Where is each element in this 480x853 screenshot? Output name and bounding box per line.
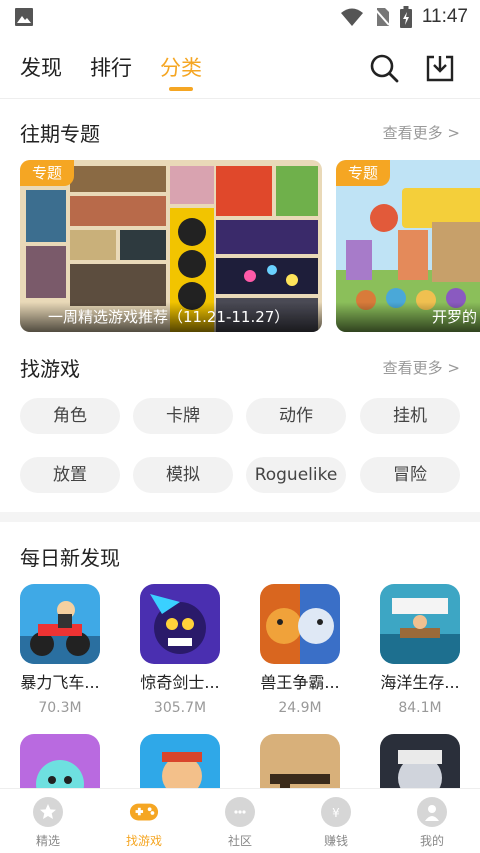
moto-racer-icon — [20, 584, 100, 664]
top-nav: 发现 排行 分类 — [0, 40, 480, 96]
search-icon — [370, 54, 399, 83]
app-item[interactable]: 兽王争霸... 24.9M — [250, 584, 350, 718]
app-name: 惊奇剑士... — [140, 673, 220, 692]
app-size: 70.3M — [38, 700, 82, 716]
topic-caption: 开罗的 — [336, 302, 480, 332]
wifi-icon — [340, 8, 363, 26]
money-bag-icon: ¥ — [321, 797, 351, 827]
topics-see-more-link[interactable]: 查看更多 > — [383, 122, 460, 143]
genre-chip-role[interactable]: 角色 — [20, 398, 120, 434]
genre-chip-card[interactable]: 卡牌 — [133, 398, 233, 434]
genre-chip-action[interactable]: 动作 — [246, 398, 346, 434]
find-games-title: 找游戏 — [20, 356, 80, 381]
swordsman-icon — [140, 584, 220, 664]
topic-tag: 专题 — [20, 160, 75, 186]
topic-caption: 一周精选游戏推荐（11.21-11.27） — [20, 302, 322, 332]
beast-lion-wolf-icon — [260, 584, 340, 664]
bottom-nav-label: 我的 — [419, 834, 444, 848]
bottom-nav-label: 赚钱 — [323, 834, 348, 848]
genre-chip-simulation[interactable]: 模拟 — [133, 457, 233, 493]
bottom-nav-me[interactable]: 我的 — [384, 789, 480, 853]
section-divider — [0, 512, 480, 522]
bottom-nav-label: 社区 — [227, 834, 252, 848]
search-button[interactable] — [364, 48, 404, 88]
app-name: 暴力飞车... — [20, 673, 100, 692]
bottom-nav-find-games[interactable]: 找游戏 — [96, 789, 192, 853]
bottom-nav-label: 精选 — [35, 834, 60, 848]
chat-icon — [225, 797, 255, 827]
svg-text:¥: ¥ — [332, 806, 340, 820]
topics-header: 往期专题 查看更多 > — [20, 117, 460, 147]
bottom-nav-community[interactable]: 社区 — [192, 789, 288, 853]
genre-chip-placement[interactable]: 放置 — [20, 457, 120, 493]
bottom-nav: 精选 找游戏 社区 ¥ 赚钱 我的 — [0, 788, 480, 853]
raft-icon — [380, 584, 460, 664]
status-time: 11:47 — [421, 6, 468, 27]
star-icon — [33, 797, 63, 827]
user-icon — [417, 797, 447, 827]
top-nav-divider — [0, 98, 480, 99]
topics-title: 往期专题 — [20, 121, 100, 146]
daily-header: 每日新发现 — [20, 541, 460, 571]
download-manager-button[interactable] — [420, 48, 460, 88]
app-item[interactable]: 惊奇剑士... 305.7M — [130, 584, 230, 718]
image-notification-icon — [15, 8, 33, 26]
battery-charging-icon — [399, 6, 412, 28]
app-size: 305.7M — [153, 700, 207, 716]
app-name: 兽王争霸... — [260, 673, 340, 692]
genre-chip-idle[interactable]: 挂机 — [360, 398, 460, 434]
bottom-nav-featured[interactable]: 精选 — [0, 789, 96, 853]
topic-card[interactable]: 专题 一周精选游戏推荐（11.21-11.27） — [20, 160, 322, 332]
daily-title: 每日新发现 — [20, 545, 120, 570]
genre-chip-roguelike[interactable]: Roguelike — [246, 457, 346, 493]
tab-category[interactable]: 分类 — [160, 46, 202, 91]
topic-tag: 专题 — [336, 160, 391, 186]
download-icon — [426, 55, 454, 82]
app-item[interactable]: 暴力飞车... 70.3M — [10, 584, 110, 718]
find-games-header: 找游戏 查看更多 > — [20, 352, 460, 382]
gamepad-icon — [129, 797, 159, 827]
tab-ranking[interactable]: 排行 — [90, 46, 132, 90]
app-size: 24.9M — [278, 700, 322, 716]
find-games-see-more-link[interactable]: 查看更多 > — [383, 357, 460, 378]
app-size: 84.1M — [398, 700, 442, 716]
topic-card[interactable]: 专题 开罗的 — [336, 160, 480, 332]
no-sim-icon — [374, 8, 390, 26]
topics-carousel[interactable]: 专题 一周精选游戏推荐（11.21-11.27） 专题 开罗的 — [20, 160, 480, 334]
app-name: 海洋生存... — [380, 673, 460, 692]
bottom-nav-earn[interactable]: ¥ 赚钱 — [288, 789, 384, 853]
bottom-nav-label: 找游戏 — [125, 834, 162, 848]
status-bar: 11:47 — [0, 0, 480, 34]
genre-chip-adventure[interactable]: 冒险 — [360, 457, 460, 493]
tab-discover[interactable]: 发现 — [20, 46, 62, 90]
app-item[interactable]: 海洋生存... 84.1M — [370, 584, 470, 718]
